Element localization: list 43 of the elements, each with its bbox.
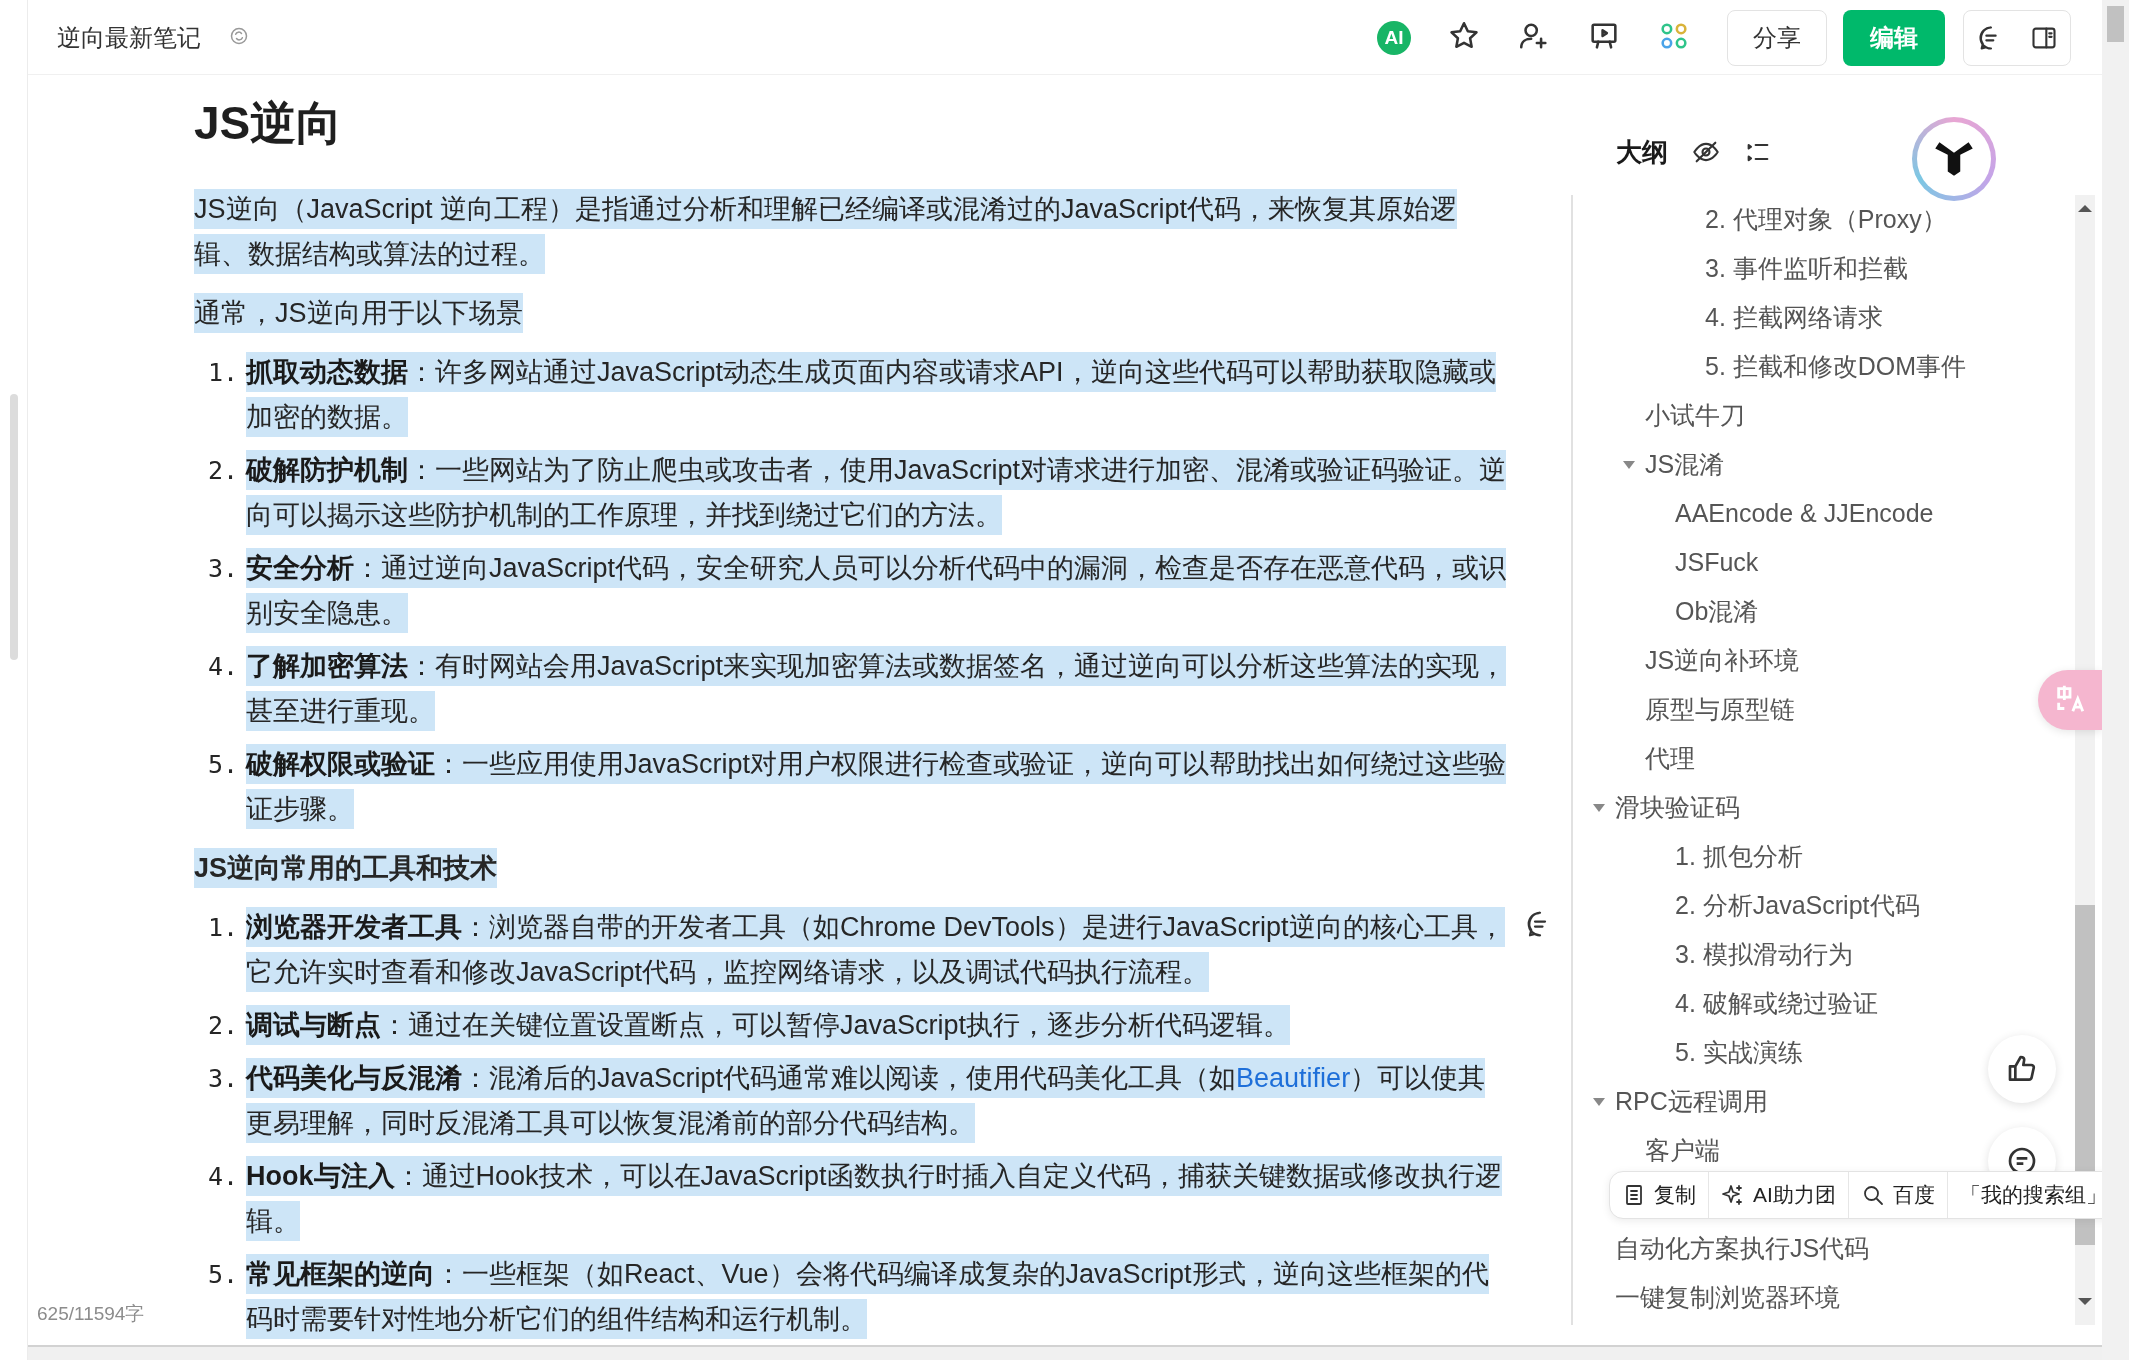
outline-item[interactable]: 3. 事件监听和拦截 [1573,244,1908,293]
outline-item[interactable]: 1. 抓包分析 [1573,832,1803,881]
outline-item[interactable]: 自动化方案执行JS代码 [1573,1224,1870,1273]
outline-item[interactable]: 4. 拦截网络请求 [1573,293,1883,342]
outline-item[interactable]: 3. 模拟滑动行为 [1573,930,1853,979]
share-button[interactable]: 分享 [1727,9,1827,66]
outline-item[interactable]: 滑块验证码 [1573,783,1740,832]
list-number: 4. [207,1161,240,1193]
word-count: 625/11594字 [37,1302,145,1326]
list-number: 3. [207,553,240,585]
document-title: 逆向最新笔记 [57,22,201,53]
outline-item[interactable]: JS逆向补环境 [1573,636,1800,685]
outline-item[interactable]: 2. 代理对象（Proxy） [1573,195,1947,244]
list-number: 1. [207,912,240,944]
outline-item[interactable]: JS混淆 [1573,440,1725,489]
page-title: JS逆向 [194,96,344,151]
outline-item[interactable]: 小试牛刀 [1573,391,1745,440]
outline-title: 大纲 [1616,136,1668,169]
toolbar-item[interactable]: 复制 [1610,1172,1708,1218]
outline-item[interactable]: 4. 破解或绕过验证 [1573,979,1878,1028]
section-heading: JS逆向常用的工具和技术 [194,846,1511,891]
outline-item[interactable]: AAEncode & JJEncode [1573,489,1934,538]
paragraph: 通常，JS逆向用于以下场景 [194,291,1511,336]
outline-item[interactable]: 客户端 [1573,1126,1720,1175]
toolbar-item[interactable]: 百度 [1847,1172,1947,1218]
outline-item[interactable]: RPC远程调用 [1573,1077,1768,1126]
link[interactable]: Beautifier [1236,1063,1351,1093]
toolbar-item[interactable]: AI助力团 [1708,1172,1848,1218]
outline-item[interactable]: 5. 拦截和修改DOM事件 [1573,342,1967,391]
outline-item[interactable]: 5. 实战演练 [1573,1028,1803,1077]
outline-item[interactable]: 原型与原型链 [1573,685,1795,734]
list-number: 4. [207,651,240,683]
list-number: 3. [207,1063,240,1095]
list-number: 2. [207,455,240,487]
outline-item[interactable]: 一键复制浏览器环境 [1573,1273,1840,1322]
list-number: 5. [207,749,240,781]
outline-item[interactable]: Ob混淆 [1573,587,1759,636]
outline-item[interactable]: JSFuck [1573,538,1759,587]
list-number: 1. [207,357,240,389]
list-number: 2. [207,1010,240,1042]
outline-item[interactable]: 2. 分析JavaScript代码 [1573,881,1920,930]
outline-item[interactable]: 代理 [1573,734,1695,783]
list-number: 5. [207,1259,240,1291]
